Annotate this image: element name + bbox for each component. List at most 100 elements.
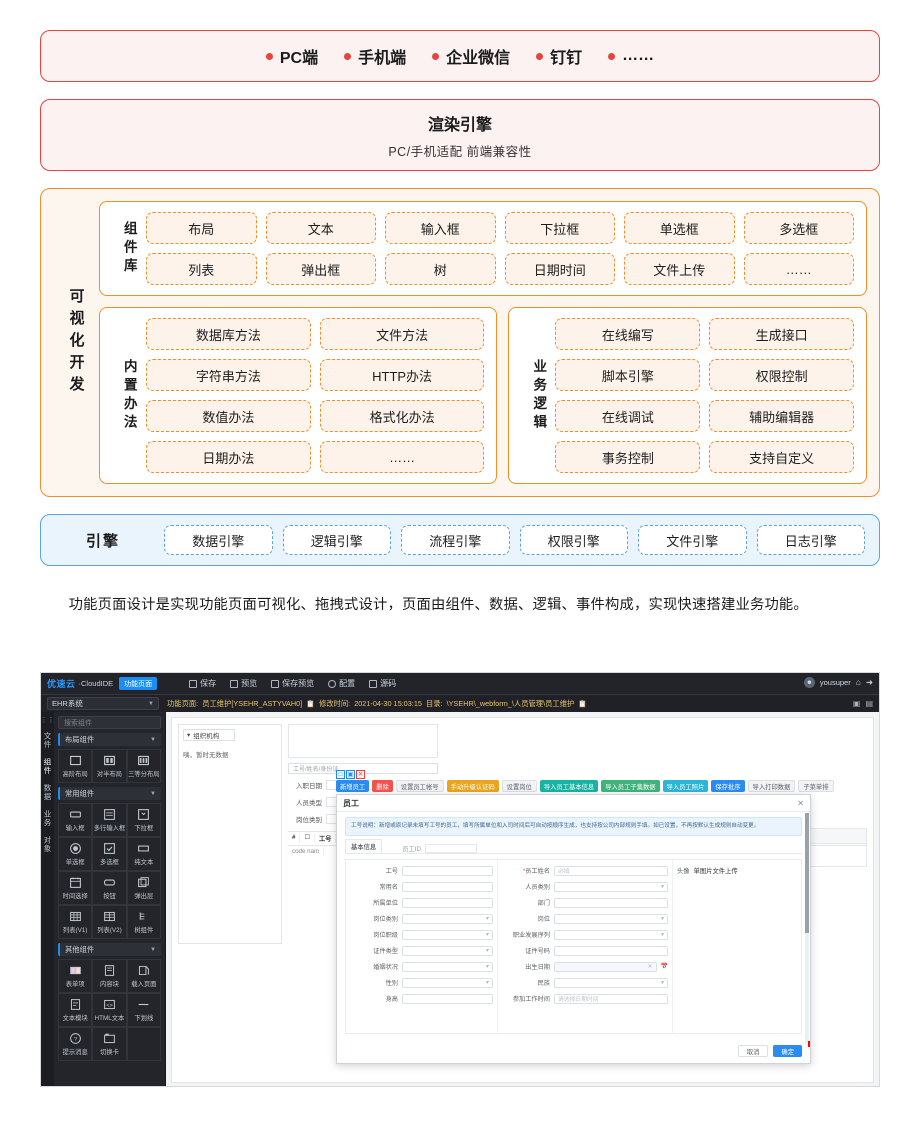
rail-tab-data[interactable]: 数据	[42, 780, 53, 805]
home-icon[interactable]: ⌂	[856, 678, 861, 687]
field-date[interactable]: ✕	[554, 961, 657, 972]
org-tree-panel[interactable]: ▾ 组织机构 咦，暂时无数据	[178, 724, 282, 944]
canvas-top-box[interactable]	[288, 724, 438, 758]
save-button[interactable]: 保存	[189, 678, 216, 689]
field-date[interactable]: 请选择日期时间	[554, 993, 668, 1004]
preview-button[interactable]: 预览	[230, 678, 257, 689]
copy-icon[interactable]: 📋	[306, 700, 315, 708]
modal-title: 员工	[343, 798, 359, 808]
confirm-button[interactable]: 确定	[773, 1045, 802, 1057]
employee-modal[interactable]: 员工 ✕ 工号说明：新增或原记录未填写工号的员工，填写所属单位和入司时间后可自动…	[336, 794, 811, 1064]
palette-tile-form-item[interactable]: 表单项	[58, 959, 93, 993]
employee-id-input[interactable]	[425, 843, 478, 853]
field-select[interactable]: ▾	[554, 929, 668, 940]
panel-icon[interactable]: ▤	[865, 699, 873, 708]
palette-tile-input[interactable]: 输入框	[58, 803, 93, 837]
system-select[interactable]: EHR系统 ▼	[47, 697, 159, 710]
palette-tile-popup[interactable]: 弹出层	[126, 871, 161, 905]
rail-tab-components[interactable]: 组件	[42, 754, 53, 779]
field-select[interactable]: ▾	[554, 881, 668, 892]
drag-handle-icon[interactable]: ⋮⋮	[41, 716, 55, 724]
logout-icon[interactable]: ➜	[866, 678, 873, 687]
field-select[interactable]: ▾	[402, 929, 493, 940]
set-post-button[interactable]: 设置岗位	[501, 780, 537, 792]
import-subset-button[interactable]: 导入员工子集数据	[601, 780, 660, 792]
modal-scrollbar-thumb[interactable]	[805, 813, 809, 933]
palette-group-layout[interactable]: 布局组件 ▼	[58, 733, 161, 746]
tile-label: 内容块	[100, 981, 119, 988]
import-print-data-button[interactable]: 导入打印数据	[747, 780, 796, 792]
field-label: 岗位职级	[373, 932, 398, 940]
palette-tile-table-v2[interactable]: 列表(V2)	[92, 905, 127, 939]
close-icon[interactable]: ✕	[797, 799, 804, 808]
close-icon[interactable]: ✕	[356, 770, 365, 779]
field-select[interactable]: ▾	[402, 961, 493, 972]
palette-tile-layout-thirds[interactable]: 三等分布局	[126, 749, 161, 783]
palette-tile-tooltip[interactable]: ? 提示消息	[58, 1027, 93, 1061]
import-basic-info-button[interactable]: 导入员工基本信息	[539, 780, 599, 792]
field-gender: 性别 ▾	[350, 977, 493, 988]
import-photo-button[interactable]: 导入员工照片	[662, 780, 709, 792]
th-checkbox[interactable]: ☐	[300, 834, 316, 843]
set-account-button[interactable]: 设置员工帐号	[395, 780, 444, 792]
palette-tile-layout-square[interactable]: 高阶布局	[58, 749, 93, 783]
rail-tab-files[interactable]: 文件	[42, 728, 53, 753]
palette-tile-radio[interactable]: 单选框	[58, 837, 93, 871]
canvas-surface[interactable]: ▾ 组织机构 咦，暂时无数据 工号/姓名/身份证 入职日期 人员类型 岗位类别	[171, 717, 874, 1083]
field-input[interactable]	[402, 993, 493, 1004]
design-canvas[interactable]: ▾ 组织机构 咦，暂时无数据 工号/姓名/身份证 入职日期 人员类型 岗位类别	[166, 712, 879, 1086]
submenu-button[interactable]: 子菜单排	[798, 780, 834, 792]
palette-tile-load-page[interactable]: 载入页面	[126, 959, 161, 993]
field-input[interactable]	[402, 865, 493, 876]
field-select[interactable]: ▾	[554, 913, 668, 924]
delete-button[interactable]: 删除	[372, 780, 393, 792]
palette-tile-datetime[interactable]: 时间选择	[58, 871, 93, 905]
palette-tile-table-v1[interactable]: 列表(V1)	[58, 905, 93, 939]
org-tree-header[interactable]: ▾ 组织机构	[183, 729, 235, 741]
cancel-button[interactable]: 取消	[737, 1045, 769, 1057]
upgrade-auth-button[interactable]: 手动升级认证码	[446, 780, 499, 792]
rail-tab-business[interactable]: 业务	[42, 806, 53, 831]
rail-tab-object[interactable]: 对象	[42, 832, 53, 857]
palette-tile-divider[interactable]: 下划线	[126, 993, 161, 1027]
palette-tile-textarea[interactable]: 多行输入框	[92, 803, 127, 837]
field-select[interactable]: ▾	[402, 977, 493, 988]
palette-tile-select[interactable]: 下拉框	[126, 803, 161, 837]
field-input[interactable]	[554, 897, 668, 908]
field-input[interactable]: 必填	[554, 865, 668, 876]
palette-tile-text-block[interactable]: 文本模块	[58, 993, 93, 1027]
chip: 日志引擎	[756, 525, 865, 555]
palette-tile-content-block[interactable]: 内容块	[92, 959, 127, 993]
resize-handle[interactable]	[808, 1041, 810, 1047]
clear-icon[interactable]: ✕	[647, 963, 652, 970]
palette-tile-tree[interactable]: 树组件	[126, 905, 161, 939]
palette-tile-layout-half[interactable]: 对半布局	[92, 749, 127, 783]
maximize-icon[interactable]: ▣	[346, 770, 355, 779]
palette-group-common[interactable]: 常用组件 ▼	[58, 787, 161, 800]
modal-scrollbar[interactable]	[805, 813, 809, 1043]
field-select[interactable]: ▾	[402, 945, 493, 956]
palette-tile-checkbox[interactable]: 多选框	[92, 837, 127, 871]
palette-tile-text[interactable]: 纯文本	[126, 837, 161, 871]
source-button[interactable]: 源码	[369, 678, 396, 689]
save-order-button[interactable]: 保存批序	[711, 780, 745, 792]
avatar-upload-text[interactable]: 单图片文件上传	[694, 866, 738, 875]
palette-tile-tabs[interactable]: 切换卡	[92, 1027, 127, 1061]
palette-group-other[interactable]: 其他组件 ▼	[58, 943, 161, 956]
config-button[interactable]: 配置	[328, 678, 355, 689]
field-input[interactable]	[554, 945, 668, 956]
copy-icon[interactable]: 📋	[578, 700, 587, 708]
field-select[interactable]: ▾	[402, 913, 493, 924]
add-employee-button[interactable]: 新增员工	[336, 780, 370, 792]
tab-basic-info[interactable]: 基本信息	[345, 838, 383, 853]
save-preview-button[interactable]: 保存预览	[271, 678, 314, 689]
component-search-input[interactable]: 搜索组件	[58, 716, 161, 729]
field-input[interactable]	[402, 881, 493, 892]
monitor-icon[interactable]: ▣	[853, 699, 861, 708]
calendar-icon[interactable]: 📅	[661, 963, 668, 970]
field-input[interactable]	[402, 897, 493, 908]
restore-icon[interactable]: □	[336, 770, 345, 779]
field-select[interactable]: ▾	[554, 977, 668, 988]
palette-tile-button[interactable]: 按钮	[92, 871, 127, 905]
palette-tile-html-text[interactable]: <> HTML文本	[92, 993, 127, 1027]
